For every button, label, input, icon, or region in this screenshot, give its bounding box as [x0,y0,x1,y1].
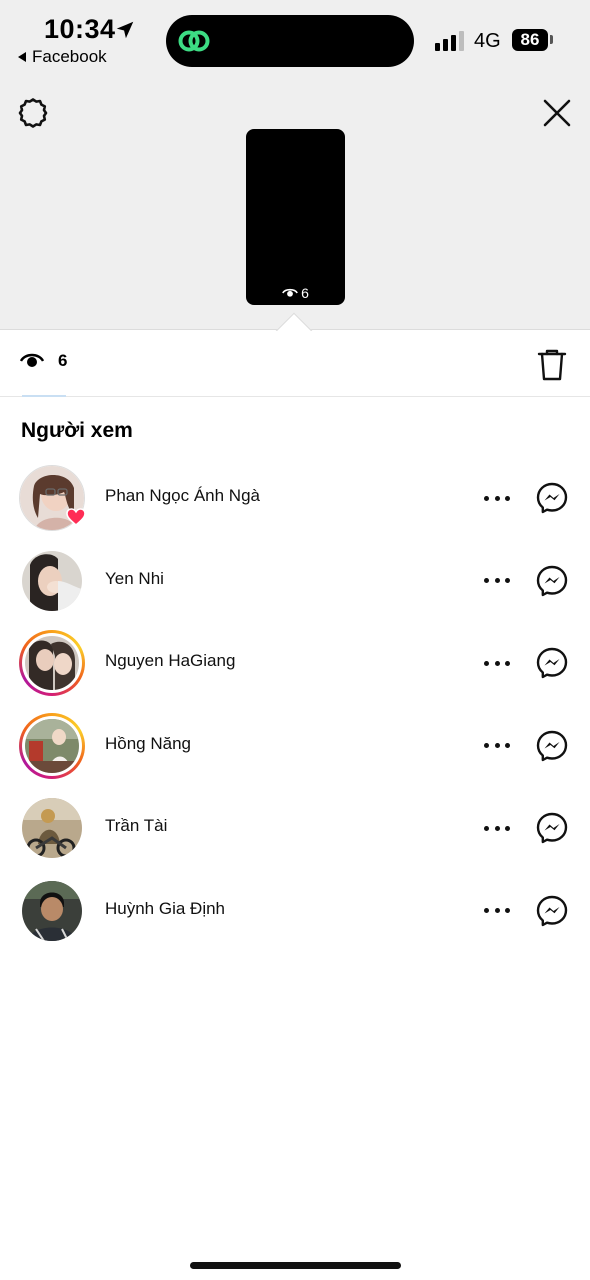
tab-underline [22,395,66,397]
viewer-count: 6 [58,351,68,370]
messenger-icon[interactable] [535,646,569,680]
avatar-photo [22,798,82,858]
cell-signal-icon [435,31,464,51]
viewer-name: Trần Tài [105,816,168,835]
list-item[interactable]: Nguyen HaGiang [0,621,590,704]
back-triangle-icon [18,52,26,62]
messenger-icon[interactable] [535,729,569,763]
more-options-icon[interactable] [484,488,510,508]
eye-icon [282,288,298,297]
battery-tip [550,35,553,44]
location-arrow-icon [116,21,134,39]
messenger-icon[interactable] [535,481,569,515]
avatar-photo [22,880,82,941]
eye-icon [20,353,44,367]
viewer-name: Huỳnh Gia Định [105,898,226,918]
avatar[interactable] [22,880,82,941]
avatar [25,636,79,690]
messenger-icon[interactable] [535,894,569,928]
story-thumbnail[interactable]: 6 [246,129,345,305]
settings-gear-icon[interactable] [16,96,50,130]
avatar-photo [25,718,79,773]
more-options-icon[interactable] [484,736,510,756]
messenger-icon[interactable] [535,811,569,845]
viewer-name: Phan Ngọc Ánh Ngà [105,486,260,505]
viewer-name: Hồng Năng [105,733,192,753]
back-to-app-link[interactable]: Facebook [18,47,107,67]
battery-indicator: 86 [512,29,548,51]
status-bar: 10:34 Facebook 4G 86 [0,0,590,78]
thumbnail-view-count: 6 [246,285,345,301]
viewer-name: Yen Nhi [105,568,164,588]
messenger-icon[interactable] [535,564,569,598]
list-item[interactable]: Huỳnh Gia Định [0,869,590,952]
heart-icon [66,508,86,526]
dynamic-island [166,15,414,67]
list-item[interactable]: Phan Ngọc Ánh Ngà [0,456,590,539]
more-options-icon[interactable] [484,818,510,838]
more-options-icon[interactable] [484,653,510,673]
more-options-icon[interactable] [484,901,510,921]
back-app-label: Facebook [32,47,107,66]
viewer-name: Nguyen HaGiang [105,651,236,670]
avatar [25,718,79,773]
tab-viewers[interactable]: 6 [20,351,67,371]
avatar-photo [22,550,82,611]
network-type: 4G [474,30,501,52]
list-item[interactable]: Hồng Năng [0,704,590,787]
avatar-photo [25,636,79,690]
list-item[interactable]: Yen Nhi [0,539,590,622]
avatar-story-ring[interactable] [19,712,85,779]
viewers-section-title: Người xem [21,419,133,442]
trash-icon[interactable] [536,348,568,382]
thumbnail-view-number: 6 [301,285,309,301]
close-icon[interactable] [540,96,574,130]
avatar-story-ring[interactable] [19,630,85,696]
avatar[interactable] [22,798,82,858]
list-item[interactable]: Trần Tài [0,786,590,869]
more-options-icon[interactable] [484,571,510,591]
viewer-list: Phan Ngọc Ánh Ngà Yen Nhi Nguyen HaGiang… [0,456,590,951]
story-tab-row: 6 [0,331,590,397]
status-time: 10:34 [44,14,116,44]
avatar[interactable] [22,550,82,611]
link-rings-icon [178,30,210,52]
home-indicator[interactable] [190,1262,401,1269]
